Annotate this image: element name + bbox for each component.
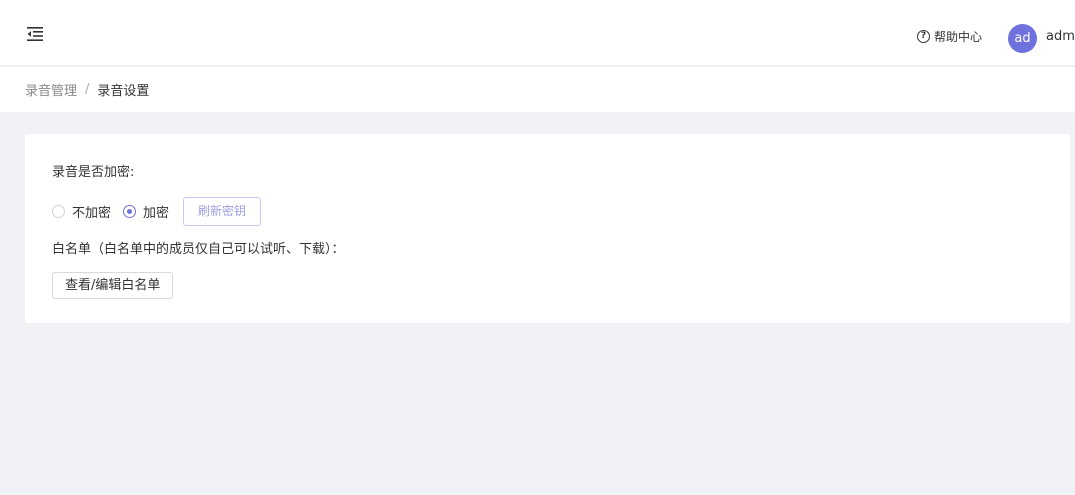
breadcrumb-item-recording-management[interactable]: 录音管理 <box>25 80 77 99</box>
view-edit-whitelist-button[interactable]: 查看/编辑白名单 <box>52 272 174 299</box>
radio-no-encrypt[interactable]: 不加密 <box>52 202 111 221</box>
breadcrumb-item-recording-settings: 录音设置 <box>97 84 150 99</box>
settings-card: 录音是否加密: 不加密 加密 刷新密钥 白名单（白名单中的成员仅自己可以试听、下… <box>25 134 1070 323</box>
breadcrumb-separator: / <box>85 82 90 97</box>
radio-no-encrypt-label: 不加密 <box>72 206 112 221</box>
help-center-link[interactable]: ? 帮助中心 <box>917 27 982 45</box>
help-center-label: 帮助中心 <box>934 29 983 44</box>
encrypt-label: 录音是否加密: <box>52 165 135 180</box>
username[interactable]: admin <box>1046 29 1075 44</box>
whitelist-label: 白名单（白名单中的成员仅自己可以试听、下载）： <box>52 242 345 257</box>
breadcrumb: 录音管理 / 录音设置 <box>25 80 149 99</box>
radio-encrypt[interactable]: 加密 <box>123 202 169 221</box>
radio-encrypt-label: 加密 <box>143 206 170 221</box>
radio-checked-icon <box>123 205 137 218</box>
encrypt-radio-group: 不加密 加密 刷新密钥 <box>52 197 262 226</box>
radio-unchecked-icon <box>52 205 65 218</box>
menu-fold-icon[interactable] <box>27 27 43 41</box>
breadcrumb-bar: 录音管理 / 录音设置 <box>0 67 1075 112</box>
avatar[interactable]: ad <box>1008 24 1037 53</box>
question-circle-icon: ? <box>917 29 930 43</box>
top-header: ? 帮助中心 ad admin <box>0 0 1075 66</box>
refresh-key-button[interactable]: 刷新密钥 <box>183 197 262 226</box>
